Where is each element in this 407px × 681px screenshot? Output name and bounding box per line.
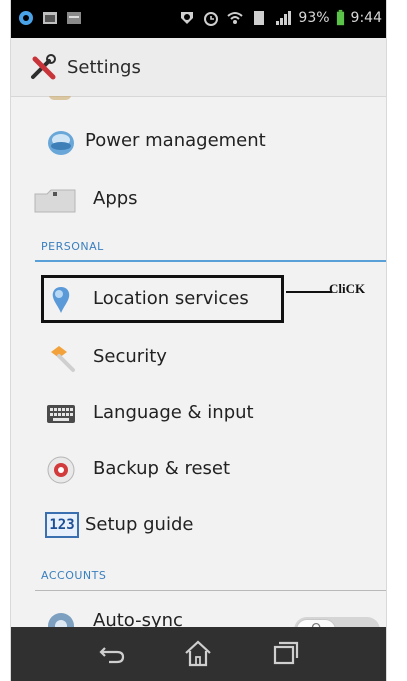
phone-screen: 93% 9:44 Settings Power management Apps …: [10, 0, 387, 681]
wifi-icon: [227, 12, 244, 24]
image-notification-icon: [43, 12, 57, 24]
auto-sync-icon: [48, 613, 74, 627]
setup-guide-icon: 123: [45, 512, 79, 538]
list-item-label: Security: [93, 346, 167, 367]
section-header-personal: PERSONAL: [11, 234, 386, 262]
list-item-apps[interactable]: Apps: [11, 172, 386, 228]
power-management-icon: [48, 131, 74, 155]
notification-icons: [17, 9, 83, 27]
status-bar: 93% 9:44: [11, 0, 386, 38]
security-key-icon: [51, 346, 75, 372]
notification-circle-icon: [19, 11, 33, 25]
list-item-label: Auto-sync: [93, 610, 183, 627]
back-icon[interactable]: [95, 638, 129, 670]
battery-percent: 93%: [298, 10, 330, 26]
list-item-language-input[interactable]: Language & input: [11, 386, 386, 442]
alarm-icon: [204, 12, 219, 26]
annotation-pointer-line: [286, 291, 332, 293]
sim-icon: [254, 11, 265, 25]
recents-icon[interactable]: [267, 638, 301, 670]
annotation-highlight-box: [41, 275, 284, 323]
section-divider: [35, 260, 386, 262]
list-item-power-management[interactable]: Power management: [11, 114, 386, 170]
section-title: PERSONAL: [41, 240, 104, 253]
list-item-label: Backup & reset: [93, 458, 231, 479]
shield-status-icon: [181, 12, 194, 24]
list-item-backup-reset[interactable]: Backup & reset: [11, 442, 386, 498]
list-item-setup-guide[interactable]: 123 Setup guide: [11, 498, 386, 554]
annotation-click-label: CliCK: [329, 281, 366, 296]
list-item-label: Power management: [85, 130, 266, 151]
page-title: Settings: [67, 57, 141, 78]
clock: 9:44: [350, 10, 382, 26]
section-divider: [35, 590, 386, 591]
section-title: ACCOUNTS: [41, 569, 107, 582]
partial-list-item: [11, 96, 386, 108]
system-indicators: 93% 9:44: [178, 9, 382, 27]
list-item-label: Language & input: [93, 402, 254, 423]
navigation-bar: [11, 627, 386, 681]
settings-tools-icon[interactable]: [29, 53, 59, 83]
battery-icon: [336, 9, 344, 26]
list-item-label: Setup guide: [85, 514, 194, 535]
backup-reset-icon: [47, 456, 75, 484]
partial-item-icon: [49, 96, 71, 100]
signal-icon: [276, 11, 292, 25]
app-notification-icon: [67, 12, 81, 24]
section-header-accounts: ACCOUNTS: [11, 563, 386, 591]
apps-icon: [34, 189, 76, 213]
home-icon[interactable]: [181, 638, 215, 670]
list-item-label: Apps: [93, 188, 138, 209]
list-item-security[interactable]: Security: [11, 330, 386, 386]
keyboard-icon: [47, 405, 75, 423]
action-bar: Settings: [11, 38, 386, 97]
